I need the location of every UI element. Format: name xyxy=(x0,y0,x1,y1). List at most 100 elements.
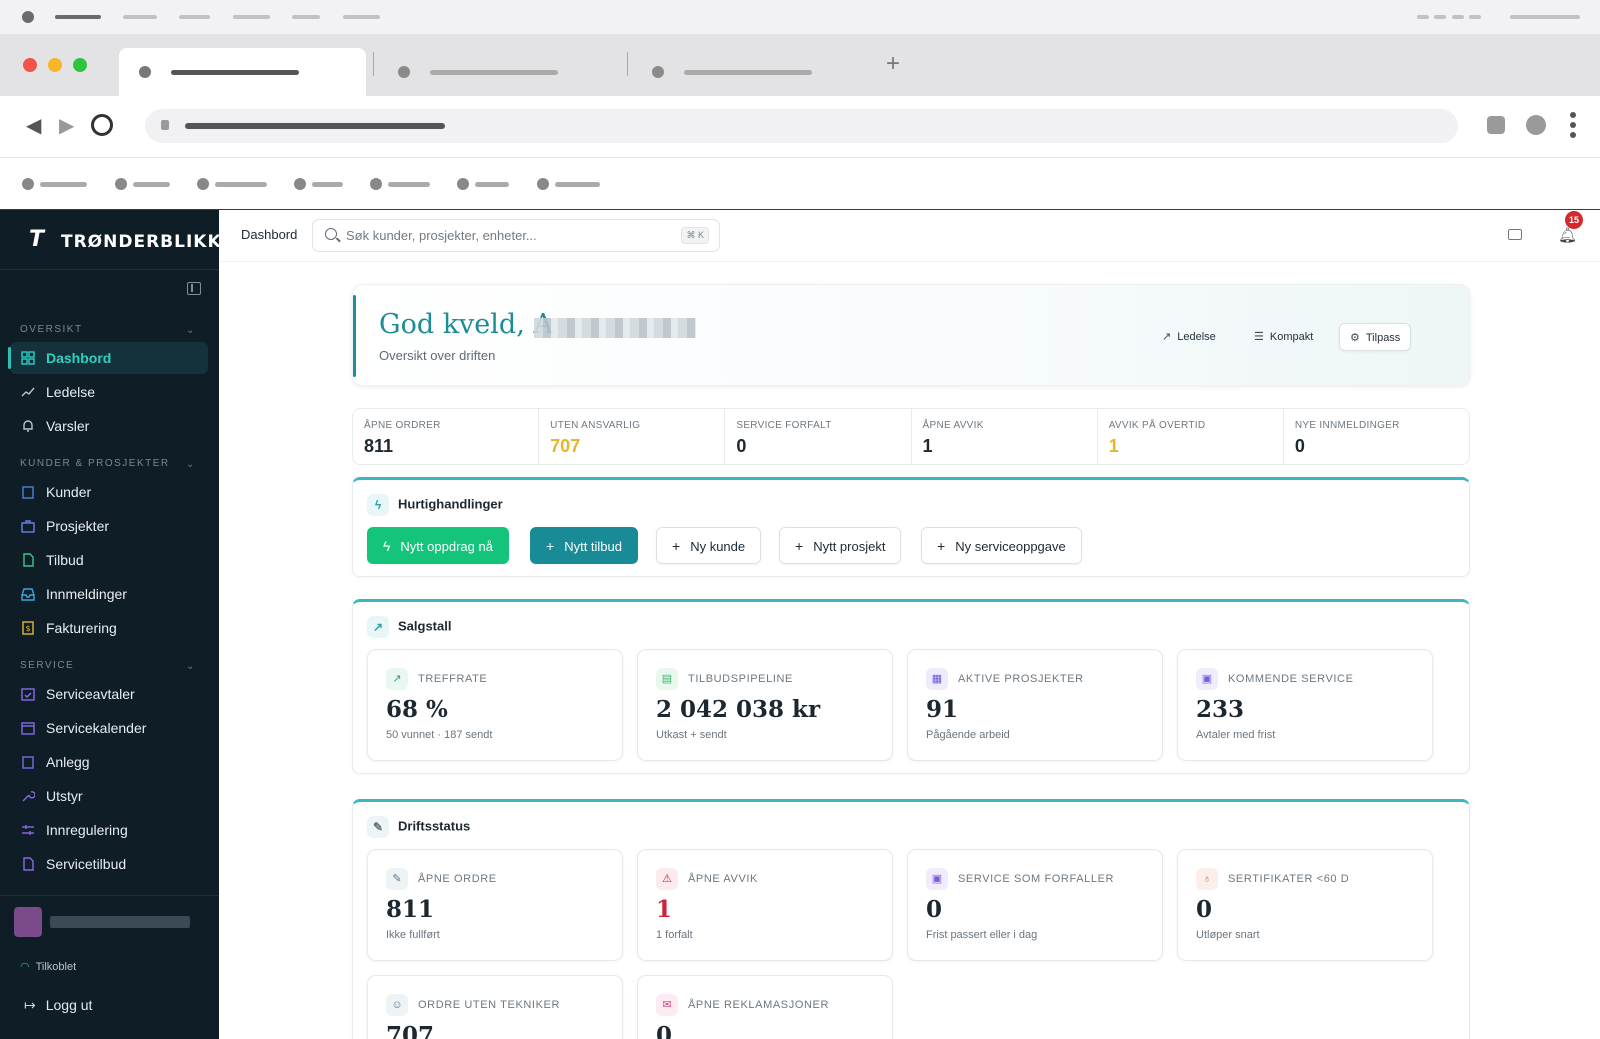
tab-favicon-icon xyxy=(652,66,664,78)
sidebar-item-dashbord[interactable]: Dashbord xyxy=(8,342,208,374)
stat-card-aktive-prosjekter[interactable]: ▦ AKTIVE PROSJEKTER 91 Pågående arbeid xyxy=(907,649,1163,761)
bell-icon xyxy=(23,420,33,432)
sidebar-collapse-icon[interactable] xyxy=(187,282,201,295)
browser-tab-active[interactable] xyxy=(119,48,366,96)
new-quote-button[interactable]: + Nytt tilbud xyxy=(530,527,638,564)
kpi-label: UTEN ANSVARLIG xyxy=(550,420,641,431)
sidebar-item-innregulering[interactable]: Innregulering xyxy=(10,814,208,846)
keyboard-icon[interactable] xyxy=(1508,229,1522,240)
breadcrumb[interactable]: Dashbord xyxy=(241,227,297,242)
back-arrow-icon[interactable]: ◀ xyxy=(26,114,41,138)
ledelse-button[interactable]: ↗ Ledelse xyxy=(1152,323,1226,351)
window-maximize-icon[interactable] xyxy=(73,58,87,72)
section-heading-kunder-prosjekter[interactable]: KUNDER & PROSJEKTER xyxy=(20,458,170,469)
stat-card-apne-reklamasjoner[interactable]: ✉ ÅPNE REKLAMASJONER 0 xyxy=(637,975,893,1039)
browser-tab[interactable] xyxy=(378,48,625,96)
stat-value: 233 xyxy=(1196,696,1245,723)
warning-triangle-icon: ⚠ xyxy=(656,868,678,890)
stat-value: 91 xyxy=(926,696,959,723)
new-service-task-button[interactable]: + Ny serviceoppgave xyxy=(921,527,1082,564)
svg-text:$: $ xyxy=(25,624,30,633)
search-input[interactable]: Søk kunder, prosjekter, enheter... ⌘ K xyxy=(312,219,720,252)
file-text-icon xyxy=(23,857,34,871)
sidebar-item-fakturering[interactable]: $ Fakturering xyxy=(10,612,208,644)
kpi-apne-ordrer[interactable]: ÅPNE ORDRER 811 xyxy=(353,409,540,464)
stat-card-tilbudspipeline[interactable]: ▤ TILBUDSPIPELINE 2 042 038 kr Utkast + … xyxy=(637,649,893,761)
calendar-icon xyxy=(21,722,35,735)
sidebar-item-serviceavtaler[interactable]: Serviceavtaler xyxy=(10,678,208,710)
sidebar-item-ledelse[interactable]: Ledelse xyxy=(10,376,208,408)
kpi-service-forfalt[interactable]: SERVICE FORFALT 0 xyxy=(725,409,912,464)
kpi-nye-innmeldinger[interactable]: NYE INNMELDINGER 0 xyxy=(1284,409,1469,464)
chevron-down-icon[interactable]: ⌄ xyxy=(186,661,194,672)
sidebar-item-label: Ledelse xyxy=(46,384,96,400)
stat-card-apne-ordre[interactable]: ✎ ÅPNE ORDRE 811 Ikke fullført xyxy=(367,849,623,961)
new-job-now-button[interactable]: ϟ Nytt oppdrag nå xyxy=(367,527,509,564)
sliders-icon xyxy=(22,825,34,835)
brand[interactable]: T TRØNDERBLIKK xyxy=(0,210,221,270)
stat-value: 68 % xyxy=(386,696,448,723)
plus-icon: + xyxy=(937,538,946,554)
greeting-text: God kveld, xyxy=(379,309,534,340)
browser-tab[interactable] xyxy=(632,48,879,96)
forward-arrow-icon[interactable]: ▶ xyxy=(59,114,74,138)
sidebar-item-kunder[interactable]: Kunder xyxy=(10,476,208,508)
sidebar-item-servicetilbud[interactable]: Servicetilbud xyxy=(10,848,208,880)
reload-icon[interactable] xyxy=(91,114,113,136)
browser-menu-icon[interactable] xyxy=(1570,112,1576,142)
stat-card-apne-avvik[interactable]: ⚠ ÅPNE AVVIK 1 1 forfalt xyxy=(637,849,893,961)
sidebar: T TRØNDERBLIKK OVERSIKT ⌄ Dashbord Ledel… xyxy=(0,210,221,1039)
window-close-icon[interactable] xyxy=(23,58,37,72)
logout-button[interactable]: ↦ Logg ut xyxy=(24,997,92,1014)
new-job-now-label: Nytt oppdrag nå xyxy=(400,539,493,554)
kpi-apne-avvik[interactable]: ÅPNE AVVIK 1 xyxy=(912,409,1098,464)
kompakt-button[interactable]: ☰ Kompakt xyxy=(1244,323,1323,351)
kpi-uten-ansvarlig[interactable]: UTEN ANSVARLIG 707 xyxy=(539,409,726,464)
wrench-icon xyxy=(22,791,35,802)
kpi-avvik-pa-overtid[interactable]: AVVIK PÅ OVERTID 1 xyxy=(1098,409,1284,464)
message-alert-icon: ✉ xyxy=(656,994,678,1016)
sidebar-item-anlegg[interactable]: Anlegg xyxy=(10,746,208,778)
list-icon: ☰ xyxy=(1254,331,1264,343)
chevron-down-icon[interactable]: ⌄ xyxy=(186,325,194,336)
sidebar-item-servicekalender[interactable]: Servicekalender xyxy=(10,712,208,744)
trending-up-icon xyxy=(21,387,35,397)
sidebar-item-label: Innmeldinger xyxy=(46,586,127,602)
tilpass-button-label: Tilpass xyxy=(1365,332,1401,344)
extension-icon[interactable] xyxy=(1487,116,1505,134)
stat-card-ordre-uten-tekniker[interactable]: ☺ ORDRE UTEN TEKNIKER 707 xyxy=(367,975,623,1039)
sidebar-item-innmeldinger[interactable]: Innmeldinger xyxy=(10,578,208,610)
panel-heading-label: Driftsstatus xyxy=(398,818,471,834)
stat-title: ÅPNE AVVIK xyxy=(688,873,758,885)
stat-card-kommende-service[interactable]: ▣ KOMMENDE SERVICE 233 Avtaler med frist xyxy=(1177,649,1433,761)
new-customer-button[interactable]: + Ny kunde xyxy=(656,527,762,564)
sidebar-item-utstyr[interactable]: Utstyr xyxy=(10,780,208,812)
user-profile[interactable] xyxy=(14,907,194,937)
app-header: Dashbord Søk kunder, prosjekter, enheter… xyxy=(219,210,1600,262)
stat-card-service-som-forfaller[interactable]: ▣ SERVICE SOM FORFALLER 0 Frist passert … xyxy=(907,849,1163,961)
section-heading-oversikt[interactable]: OVERSIKT xyxy=(20,324,83,335)
chevron-down-icon[interactable]: ⌄ xyxy=(186,459,194,470)
profile-avatar-icon[interactable] xyxy=(1526,115,1546,135)
section-heading-service[interactable]: SERVICE xyxy=(20,660,74,671)
panel-heading-label: Salgstall xyxy=(398,618,452,634)
stat-title: SERVICE SOM FORFALLER xyxy=(958,873,1115,885)
window-minimize-icon[interactable] xyxy=(48,58,62,72)
sidebar-item-tilbud[interactable]: Tilbud xyxy=(10,544,208,576)
building-icon: ▦ xyxy=(926,668,948,690)
sliders-icon: ⚙ xyxy=(1350,332,1360,344)
os-menu-item xyxy=(55,15,101,19)
sidebar-item-label: Kunder xyxy=(46,484,92,500)
tilpass-button[interactable]: ⚙ Tilpass xyxy=(1339,323,1412,351)
address-bar[interactable] xyxy=(145,109,1458,143)
new-project-button[interactable]: + Nytt prosjekt xyxy=(779,527,902,564)
sidebar-item-prosjekter[interactable]: Prosjekter xyxy=(10,510,208,542)
stat-card-treffrate[interactable]: ↗ TREFFRATE 68 % 50 vunnet · 187 sendt xyxy=(367,649,623,761)
kpi-value: 1 xyxy=(922,436,933,456)
sidebar-item-varsler[interactable]: Varsler xyxy=(10,410,208,442)
new-tab-plus-icon[interactable]: + xyxy=(886,52,900,76)
stat-card-sertifikater[interactable]: ♁ SERTIFIKATER <60 D 0 Utløper snart xyxy=(1177,849,1433,961)
tab-favicon-icon xyxy=(398,66,410,78)
tab-favicon-icon xyxy=(139,66,151,78)
new-quote-label: Nytt tilbud xyxy=(564,539,622,554)
